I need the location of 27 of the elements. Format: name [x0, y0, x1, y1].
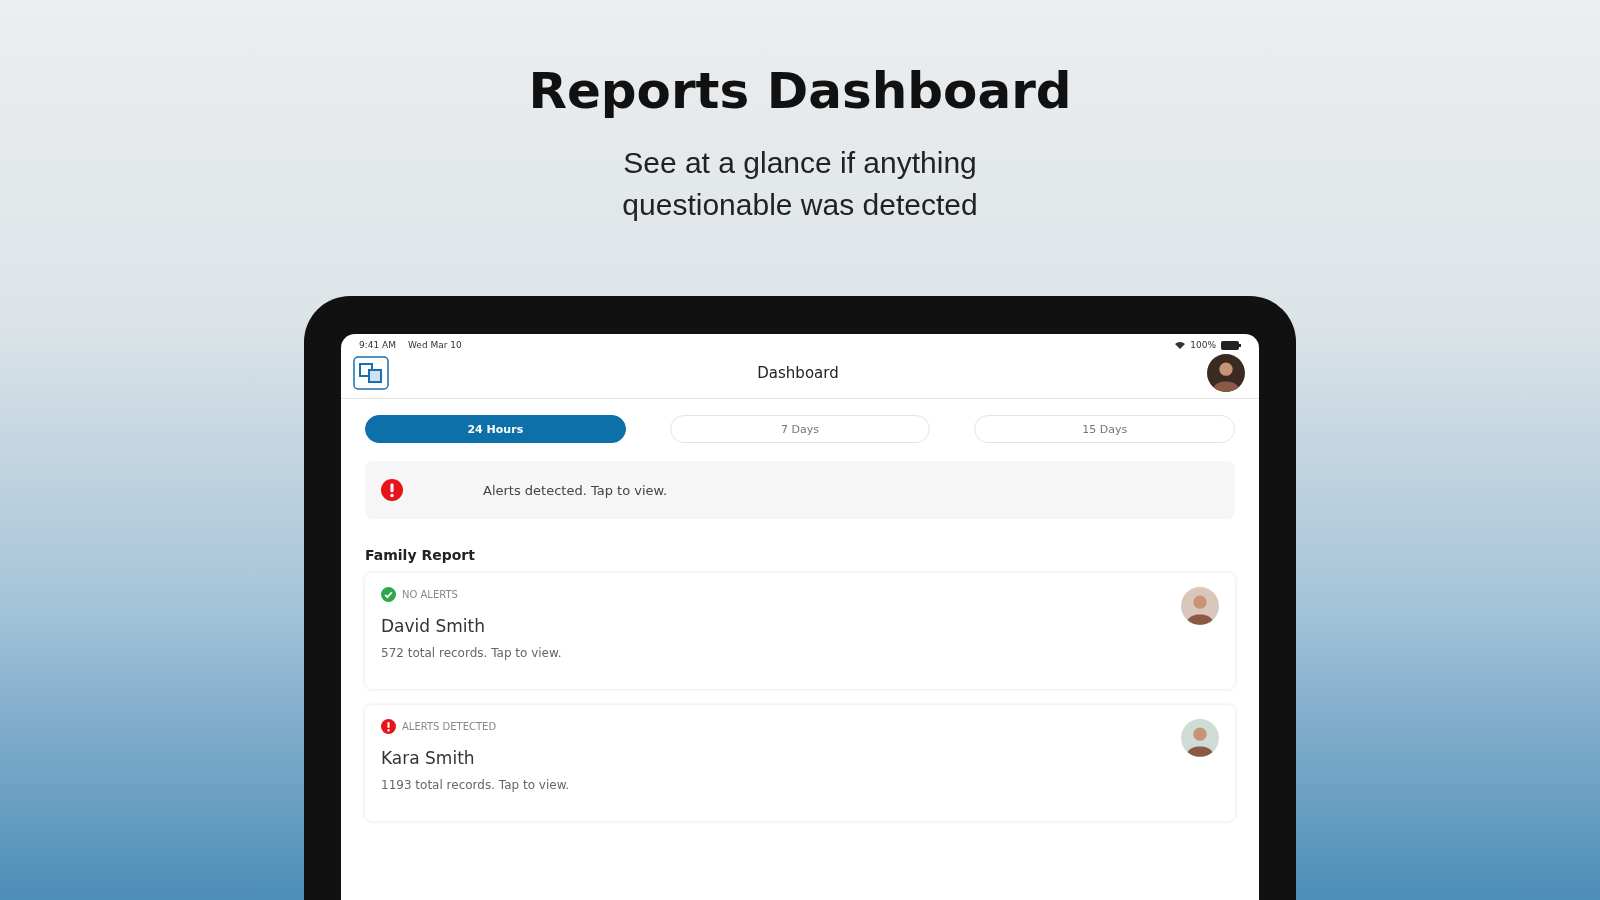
avatar[interactable]	[1181, 719, 1219, 757]
status-label: NO ALERTS	[402, 589, 458, 600]
screen-title: Dashboard	[757, 364, 839, 382]
record-summary: 572 total records. Tap to view.	[381, 646, 562, 660]
status-time: 9:41 AM	[359, 340, 396, 350]
headline: Reports Dashboard	[528, 62, 1072, 120]
avatar[interactable]	[1207, 354, 1245, 392]
subtitle: See at a glance if anything	[622, 145, 978, 181]
status-date: Wed Mar 10	[408, 340, 462, 350]
person-name: Kara Smith	[381, 748, 476, 768]
status-label: ALERTS DETECTED	[402, 721, 497, 732]
subtitle: questionable was detected	[622, 187, 978, 223]
battery-icon	[1221, 340, 1241, 350]
report-card[interactable]: NO ALERTS David Smith 572 total records. Tap to view.	[365, 573, 1235, 689]
record-summary: 1193 total records. Tap to view.	[381, 778, 570, 792]
section-title: Family Report	[365, 547, 476, 563]
period-tab[interactable]: 15 Days	[974, 415, 1235, 443]
person-name: David Smith	[381, 616, 486, 636]
wifi-icon	[1175, 341, 1186, 349]
app-logo[interactable]	[353, 356, 389, 390]
avatar[interactable]	[1181, 587, 1219, 625]
alert-banner[interactable]: Alerts detected. Tap to view.	[365, 461, 1235, 519]
period-tab[interactable]: 24 Hours	[365, 415, 626, 443]
battery-percent: 100%	[1190, 340, 1216, 350]
period-tab[interactable]: 7 Days	[669, 415, 931, 443]
banner-text: Alerts detected. Tap to view.	[483, 482, 668, 498]
report-card[interactable]: ALERTS DETECTED Kara Smith 1193 total records. Tap to view.	[365, 705, 1235, 821]
